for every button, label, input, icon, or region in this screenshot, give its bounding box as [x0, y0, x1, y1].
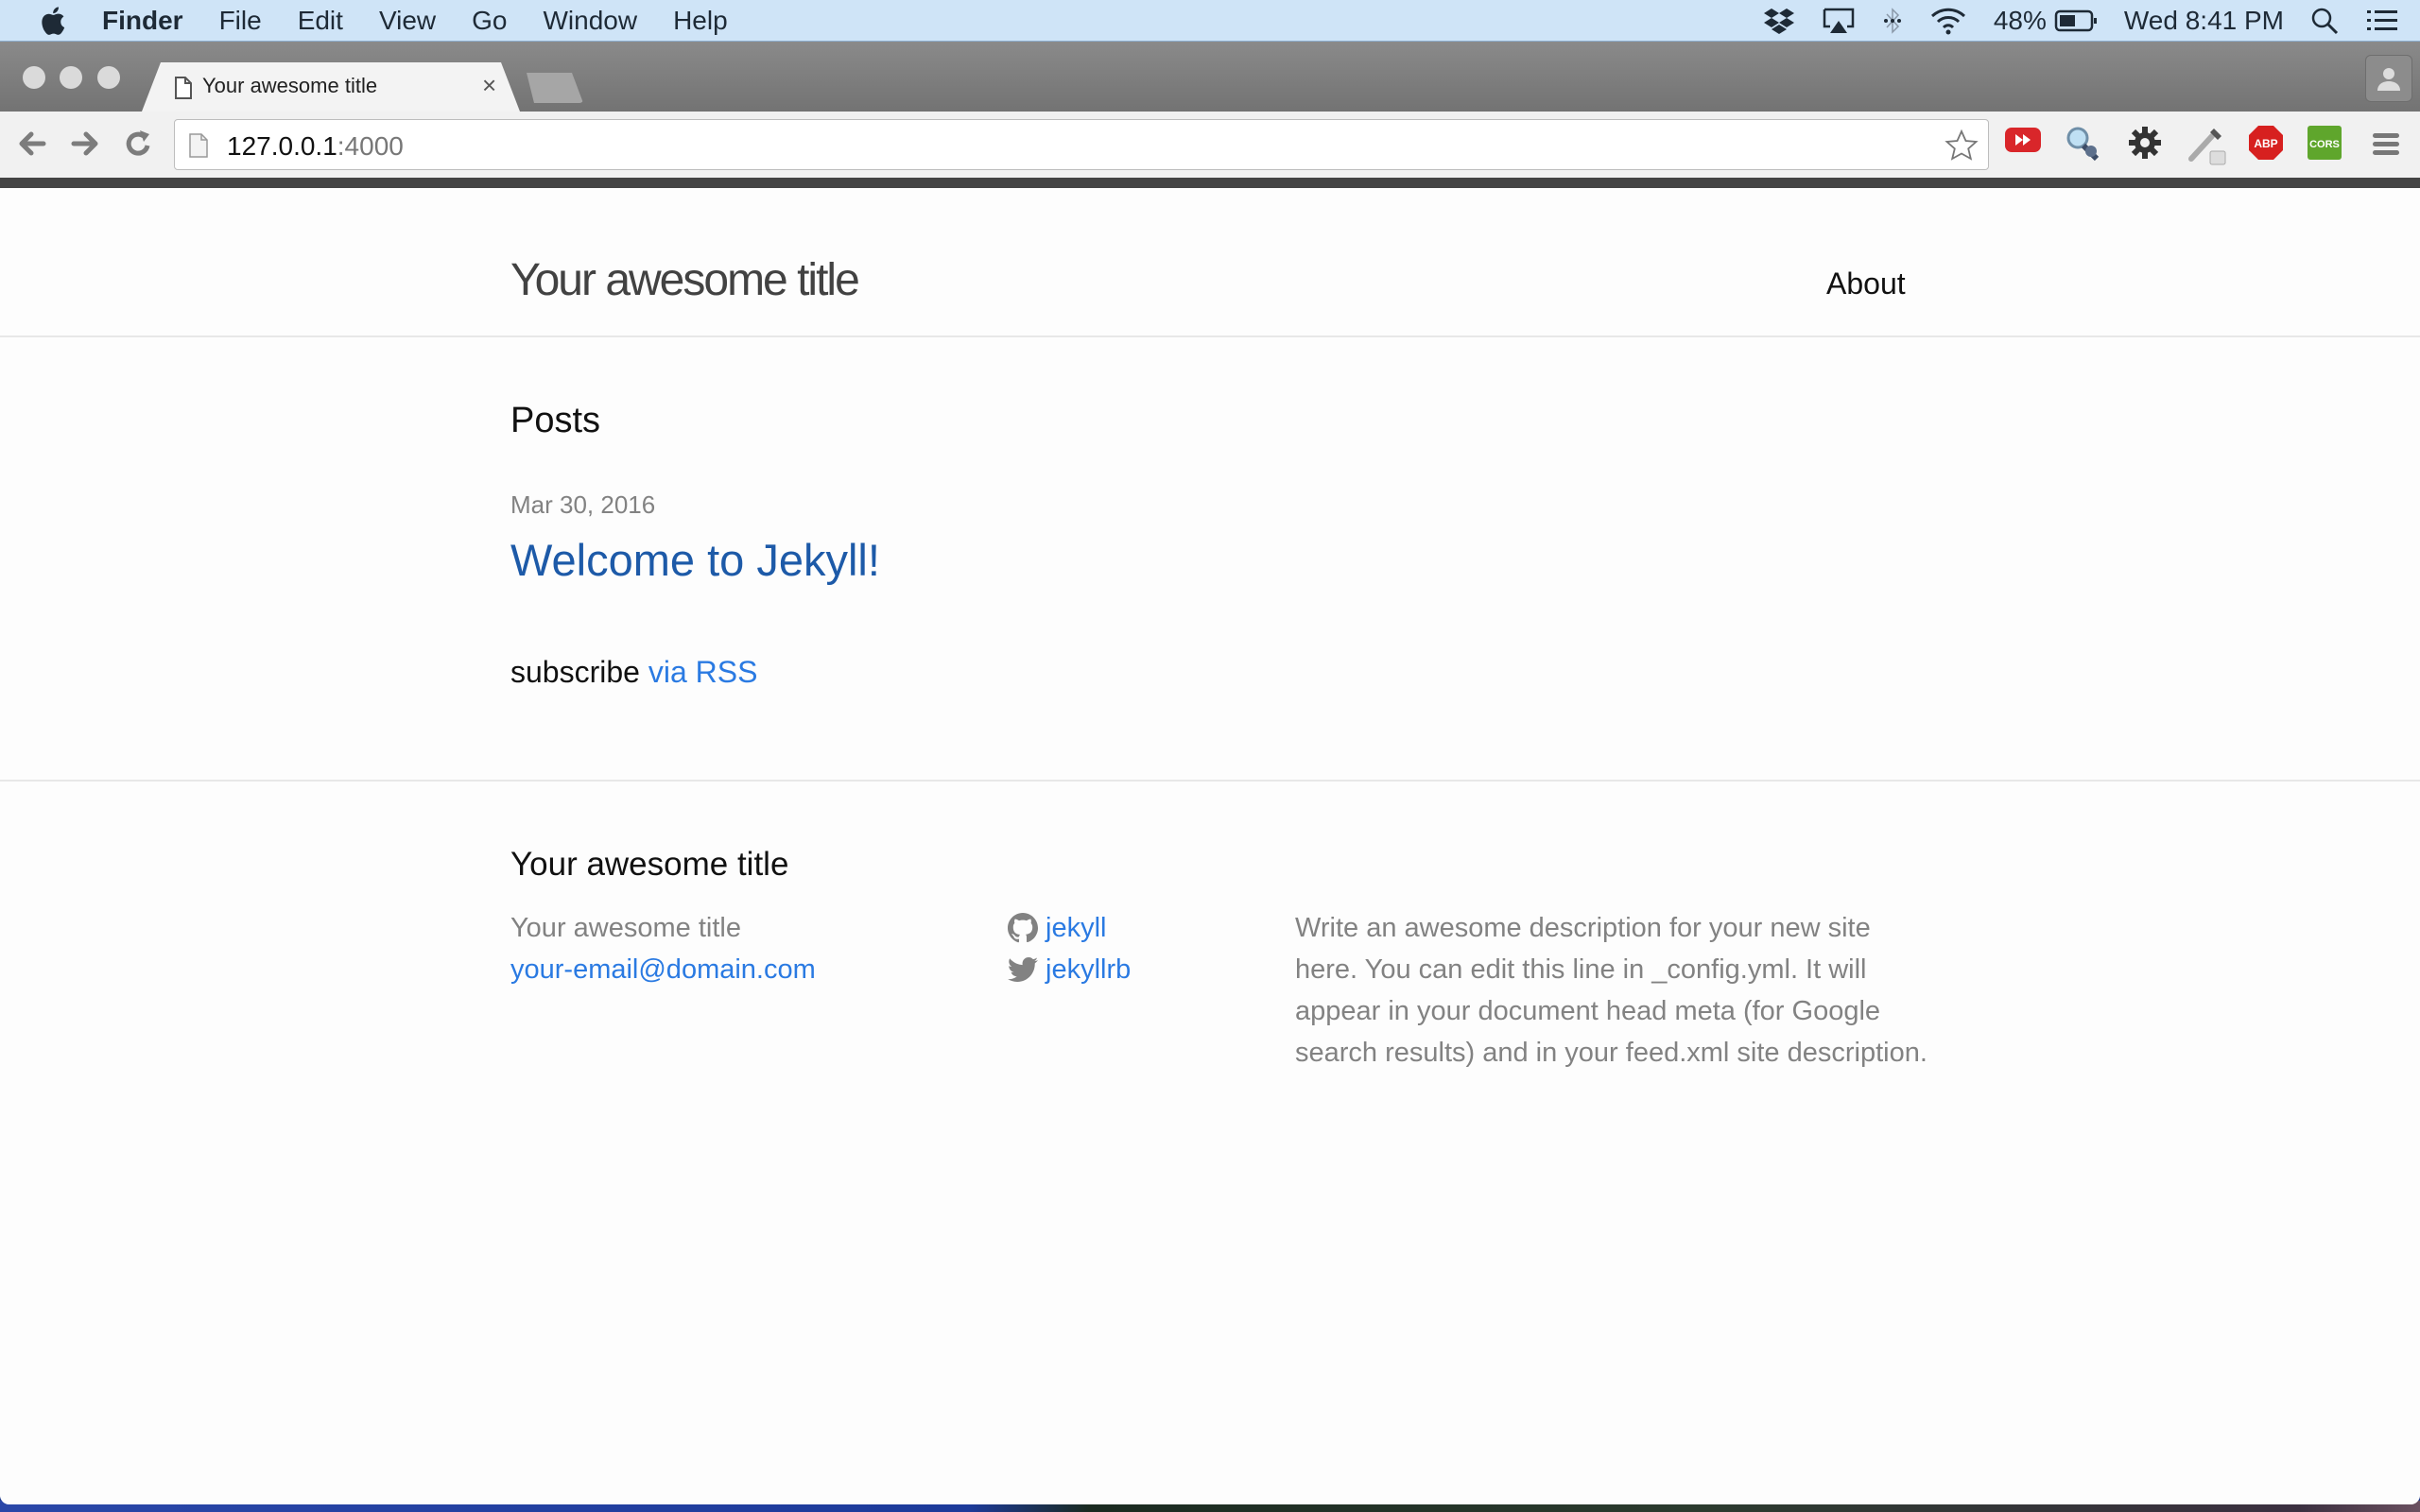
- github-row: jekyll: [1008, 907, 1131, 949]
- cors-ext-icon[interactable]: CORS: [2307, 125, 2342, 161]
- posts-heading: Posts: [510, 401, 601, 440]
- svg-text:CORS: CORS: [2309, 139, 2340, 150]
- subscribe-label: subscribe: [510, 655, 640, 689]
- battery-icon[interactable]: [2054, 9, 2098, 33]
- back-icon[interactable]: [15, 127, 49, 161]
- tab-active[interactable]: Your awesome title ×: [142, 62, 520, 112]
- battery-percent: 48%: [1993, 6, 2047, 35]
- page-icon: [175, 77, 192, 99]
- site-header: Your awesome title About: [0, 188, 2420, 337]
- site-footer: Your awesome title Your awesome title yo…: [0, 780, 2420, 1504]
- menubar-clock[interactable]: Wed 8:41 PM: [2124, 6, 2284, 36]
- twitter-link[interactable]: jekyllrb: [1046, 949, 1131, 990]
- menu-edit[interactable]: Edit: [298, 6, 343, 36]
- bluetooth-icon[interactable]: [1882, 7, 1903, 35]
- apple-icon[interactable]: [38, 5, 66, 37]
- color-picker-ext-icon[interactable]: [2186, 125, 2229, 168]
- tab-close-icon[interactable]: ×: [482, 71, 496, 100]
- browser-window: Your awesome title × 127.0.0.1:4000 ABP …: [0, 42, 2420, 1504]
- email-link[interactable]: your-email@domain.com: [510, 954, 816, 985]
- svg-text:ABP: ABP: [2254, 137, 2277, 150]
- footer-site-name: Your awesome title: [510, 913, 741, 943]
- post-date: Mar 30, 2016: [510, 490, 656, 519]
- footer-social: jekyll jekyllrb: [1008, 907, 1131, 990]
- inspector-ext-icon[interactable]: [2065, 125, 2104, 164]
- window-zoom-button[interactable]: [97, 66, 120, 89]
- twitter-icon: [1008, 957, 1038, 982]
- menu-finder[interactable]: Finder: [102, 6, 183, 36]
- browser-toolbar: 127.0.0.1:4000 ABP CORS: [0, 112, 2420, 178]
- wifi-icon[interactable]: [1929, 7, 1967, 35]
- forward-icon[interactable]: [68, 127, 102, 161]
- adblock-plus-icon[interactable]: ABP: [2248, 125, 2284, 161]
- notification-center-icon[interactable]: [2365, 8, 2399, 34]
- site-title-link[interactable]: Your awesome title: [510, 254, 860, 306]
- tab-title: Your awesome title: [202, 74, 378, 97]
- window-close-button[interactable]: [23, 66, 45, 89]
- chrome-menu-icon[interactable]: [2371, 130, 2401, 159]
- bookmark-star-icon[interactable]: [1945, 129, 1979, 163]
- airplay-icon[interactable]: [1822, 7, 1856, 35]
- menu-go[interactable]: Go: [472, 6, 507, 36]
- macos-menu-bar: Finder File Edit View Go Window Help 48%…: [0, 0, 2420, 42]
- spotlight-search-icon[interactable]: [2310, 7, 2339, 35]
- youtube-ext-icon[interactable]: [2004, 125, 2042, 155]
- site-description: Write an awesome description for your ne…: [1295, 913, 1927, 1068]
- menu-help[interactable]: Help: [673, 6, 728, 36]
- subscribe-line: subscribe via RSS: [510, 655, 757, 690]
- post-title-link[interactable]: Welcome to Jekyll!: [510, 534, 880, 586]
- web-page: Your awesome title About Posts Mar 30, 2…: [0, 188, 2420, 1504]
- twitter-row: jekyllrb: [1008, 949, 1131, 990]
- reload-icon[interactable]: [123, 127, 153, 161]
- address-bar[interactable]: 127.0.0.1:4000: [174, 119, 1989, 170]
- tab-strip: Your awesome title ×: [0, 42, 2420, 112]
- github-link[interactable]: jekyll: [1046, 907, 1106, 949]
- new-tab-button[interactable]: [527, 73, 583, 103]
- dropbox-icon[interactable]: [1763, 7, 1795, 35]
- url-text[interactable]: 127.0.0.1:4000: [227, 131, 404, 162]
- footer-heading: Your awesome title: [510, 846, 789, 883]
- page-info-icon[interactable]: [188, 132, 209, 159]
- footer-contact: Your awesome title your-email@domain.com: [510, 907, 816, 990]
- url-port: :4000: [337, 131, 404, 161]
- url-host: 127.0.0.1: [227, 131, 337, 161]
- person-icon: [2377, 68, 2400, 91]
- github-icon: [1008, 913, 1038, 943]
- menu-file[interactable]: File: [219, 6, 262, 36]
- menu-window[interactable]: Window: [543, 6, 637, 36]
- rss-link[interactable]: via RSS: [648, 655, 758, 689]
- profile-button[interactable]: [2365, 55, 2412, 102]
- nav-link-about[interactable]: About: [1826, 266, 1906, 301]
- menu-view[interactable]: View: [379, 6, 436, 36]
- settings-gear-icon[interactable]: [2127, 125, 2163, 161]
- window-minimize-button[interactable]: [60, 66, 82, 89]
- toolbar-divider: [0, 178, 2420, 188]
